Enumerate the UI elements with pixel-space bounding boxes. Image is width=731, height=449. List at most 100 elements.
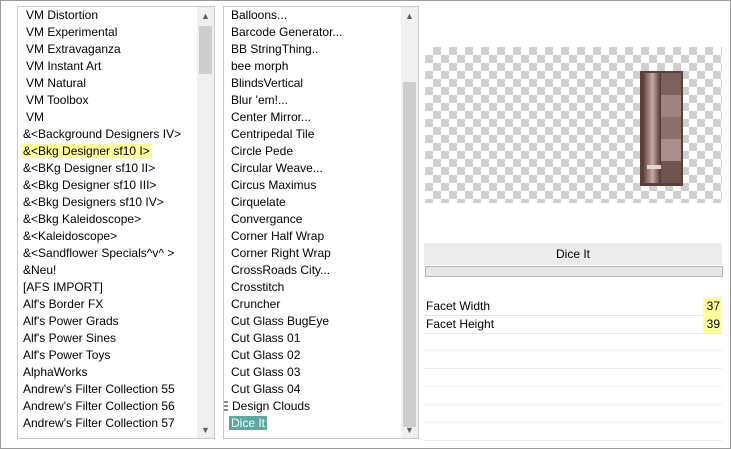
category-list-item[interactable]: VM Experimental — [18, 24, 197, 41]
filter-label: Cut Glass 03 — [231, 365, 301, 379]
empty-param-row — [424, 387, 722, 405]
filter-label: Barcode Generator... — [231, 25, 343, 39]
empty-param-row — [424, 423, 722, 441]
category-list-item[interactable]: &<Bkg Designer sf10 III> — [18, 177, 197, 194]
category-scrollbar[interactable]: ▲ ▼ — [197, 7, 214, 438]
category-list-item[interactable]: VM Extravaganza — [18, 41, 197, 58]
category-list-item[interactable]: Andrew's Filter Collection 55 — [18, 381, 197, 398]
filter-dialog: VM Distortion VM Experimental VM Extravaga… — [0, 0, 731, 449]
param-row[interactable]: Facet Height 39 — [424, 315, 722, 334]
filter-label: Circle Pede — [231, 144, 294, 158]
filter-list-item[interactable]: Barcode Generator... — [224, 24, 401, 41]
preview-image — [640, 71, 683, 186]
chevron-up-icon[interactable]: ▲ — [401, 7, 418, 24]
category-label: &<Bkg Designer sf10 I> — [21, 144, 152, 158]
category-scroll-thumb[interactable] — [199, 26, 212, 74]
filter-list-item[interactable]: Balloons... — [224, 7, 401, 24]
empty-param-row — [424, 369, 722, 387]
filter-label: bee morph — [231, 59, 289, 73]
param-row[interactable]: Facet Width 37 — [424, 297, 722, 316]
category-list-item[interactable]: &<Sandflower Specials^v^ > — [18, 245, 197, 262]
filter-list-item[interactable]: BB StringThing.. — [224, 41, 401, 58]
filter-label: Cut Glass BugEye — [231, 314, 330, 328]
filter-label: Design Clouds — [232, 399, 311, 413]
filter-list-item[interactable]: Dice It — [224, 415, 401, 432]
filter-label: Corner Half Wrap — [231, 229, 325, 243]
category-label: Andrew's Filter Collection 57 — [23, 416, 175, 430]
category-label: Alf's Power Sines — [23, 331, 116, 345]
filter-label: Blur 'em!... — [231, 93, 288, 107]
category-list-item[interactable]: &<Bkg Designers sf10 IV> — [18, 194, 197, 211]
category-list-item[interactable]: VM — [18, 109, 197, 126]
filter-list-panel: Balloons... Barcode Generator... BB String… — [223, 6, 419, 439]
category-label: &<Sandflower Specials^v^ > — [23, 246, 175, 260]
category-list-item[interactable]: &<Bkg Kaleidoscope> — [18, 211, 197, 228]
filter-list-item[interactable]: Cruncher — [224, 296, 401, 313]
category-list-item[interactable]: Alf's Power Toys — [18, 347, 197, 364]
drag-grip-icon[interactable] — [224, 401, 228, 413]
category-list-item[interactable]: [AFS IMPORT] — [18, 279, 197, 296]
filter-label: Circular Weave... — [231, 161, 323, 175]
filter-list[interactable]: Balloons... Barcode Generator... BB String… — [224, 7, 401, 438]
filter-list-item[interactable]: Cut Glass BugEye — [224, 313, 401, 330]
chevron-down-icon[interactable]: ▼ — [401, 421, 418, 438]
filter-list-item[interactable]: Cut Glass 04 — [224, 381, 401, 398]
category-list-item[interactable]: &<Background Designers IV> — [18, 126, 197, 143]
filter-list-item[interactable]: Center Mirror... — [224, 109, 401, 126]
category-list-item[interactable]: Alf's Power Sines — [18, 330, 197, 347]
filter-list-item[interactable]: Circle Pede — [224, 143, 401, 160]
category-list-item[interactable]: Alf's Power Grads — [18, 313, 197, 330]
category-list-item[interactable]: AlphaWorks — [18, 364, 197, 381]
category-list[interactable]: VM Distortion VM Experimental VM Extravaga… — [18, 7, 197, 438]
category-list-item[interactable]: &Neu! — [18, 262, 197, 279]
category-label: &<Bkg Designers sf10 IV> — [23, 195, 164, 209]
filter-list-item[interactable]: Cut Glass 03 — [224, 364, 401, 381]
chevron-up-icon[interactable]: ▲ — [197, 7, 214, 24]
filter-list-item[interactable]: Circus Maximus — [224, 177, 401, 194]
filter-scrollbar[interactable]: ▲ ▼ — [401, 7, 418, 438]
category-list-item[interactable]: Andrew's Filter Collection 57 — [18, 415, 197, 432]
param-value[interactable]: 37 — [703, 297, 722, 315]
filter-label: Cut Glass 01 — [231, 331, 301, 345]
category-list-item[interactable]: VM Natural — [18, 75, 197, 92]
filter-list-item[interactable]: CrossRoads City... — [224, 262, 401, 279]
filter-list-item[interactable]: BlindsVertical — [224, 75, 401, 92]
category-list-item[interactable]: Andrew's Filter Collection 56 — [18, 398, 197, 415]
filter-list-item[interactable]: Crosstitch — [224, 279, 401, 296]
category-list-item[interactable]: VM Distortion — [18, 7, 197, 24]
category-list-item[interactable]: Alf's Border FX — [18, 296, 197, 313]
category-label: AlphaWorks — [23, 365, 88, 379]
chevron-down-icon[interactable]: ▼ — [197, 421, 214, 438]
category-label: &<Background Designers IV> — [23, 127, 182, 141]
category-list-item[interactable]: &<Kaleidoscope> — [18, 228, 197, 245]
filter-list-item[interactable]: Convergance — [224, 211, 401, 228]
preview-canvas — [425, 47, 722, 203]
filter-label: Centripedal Tile — [231, 127, 315, 141]
filter-label: Cut Glass 02 — [231, 348, 301, 362]
filter-list-item[interactable]: Cirquelate — [224, 194, 401, 211]
filter-list-item[interactable]: Circular Weave... — [224, 160, 401, 177]
filter-list-item[interactable]: Corner Right Wrap — [224, 245, 401, 262]
filter-label: CrossRoads City... — [231, 263, 331, 277]
category-list-item[interactable]: &<Bkg Designer sf10 I> — [18, 143, 197, 160]
category-list-item[interactable]: VM Toolbox — [18, 92, 197, 109]
filter-label: Balloons... — [231, 8, 288, 22]
category-label: Andrew's Filter Collection 55 — [23, 382, 175, 396]
filter-list-item[interactable]: Centripedal Tile — [224, 126, 401, 143]
category-label: VM — [26, 110, 44, 124]
param-value[interactable]: 39 — [703, 315, 722, 333]
category-label: VM Distortion — [26, 8, 99, 22]
category-label: VM Experimental — [26, 25, 118, 39]
filter-list-item[interactable]: Cut Glass 02 — [224, 347, 401, 364]
category-label: &<BKg Designer sf10 II> — [23, 161, 156, 175]
category-list-item[interactable]: VM Instant Art — [18, 58, 197, 75]
filter-list-item[interactable]: Corner Half Wrap — [224, 228, 401, 245]
filter-list-item[interactable]: bee morph — [224, 58, 401, 75]
filter-scroll-thumb[interactable] — [403, 82, 416, 427]
filter-list-item[interactable]: Design Clouds — [224, 398, 401, 415]
category-label: Andrew's Filter Collection 56 — [23, 399, 175, 413]
filter-list-item[interactable]: Cut Glass 01 — [224, 330, 401, 347]
filter-label: Convergance — [231, 212, 303, 226]
category-list-item[interactable]: &<BKg Designer sf10 II> — [18, 160, 197, 177]
filter-list-item[interactable]: Blur 'em!... — [224, 92, 401, 109]
